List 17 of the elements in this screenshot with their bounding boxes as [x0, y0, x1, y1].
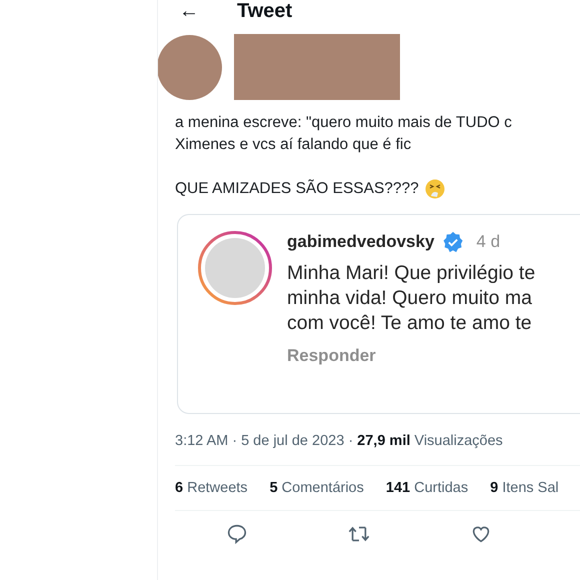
comment-age: 4 d — [476, 232, 500, 252]
reply-icon[interactable] — [226, 523, 248, 545]
comment-text: com você! Te amo te amo te — [287, 311, 533, 336]
stat-link[interactable]: 9 Itens Sal — [490, 480, 559, 496]
tweet-text: a menina escreve: "quero muito mais de TUDO c — [175, 113, 513, 133]
page-title: Tweet — [237, 0, 292, 22]
username[interactable]: gabimedvedovsky — [287, 232, 434, 252]
comment-text: Minha Mari! Que privilégio te — [287, 261, 536, 286]
tweet-text: QUE AMIZADES SÃO ESSAS???? — [175, 178, 419, 199]
comment-text: minha vida! Quero muito ma — [287, 286, 533, 311]
back-button[interactable]: ← — [179, 0, 199, 22]
tweet-text: Ximenes e vcs aí falando que é fic — [175, 135, 412, 155]
stat-link[interactable]: 5 Comentários — [270, 480, 364, 496]
emoji-icon — [424, 179, 445, 199]
stat-link[interactable]: 141 Curtidas — [386, 480, 468, 496]
stat-link[interactable]: 6 Retweets — [175, 480, 248, 496]
tweet-meta: 3:12 AM · 5 de jul de 2023 · 27,9 mil Visualizações — [175, 433, 504, 449]
